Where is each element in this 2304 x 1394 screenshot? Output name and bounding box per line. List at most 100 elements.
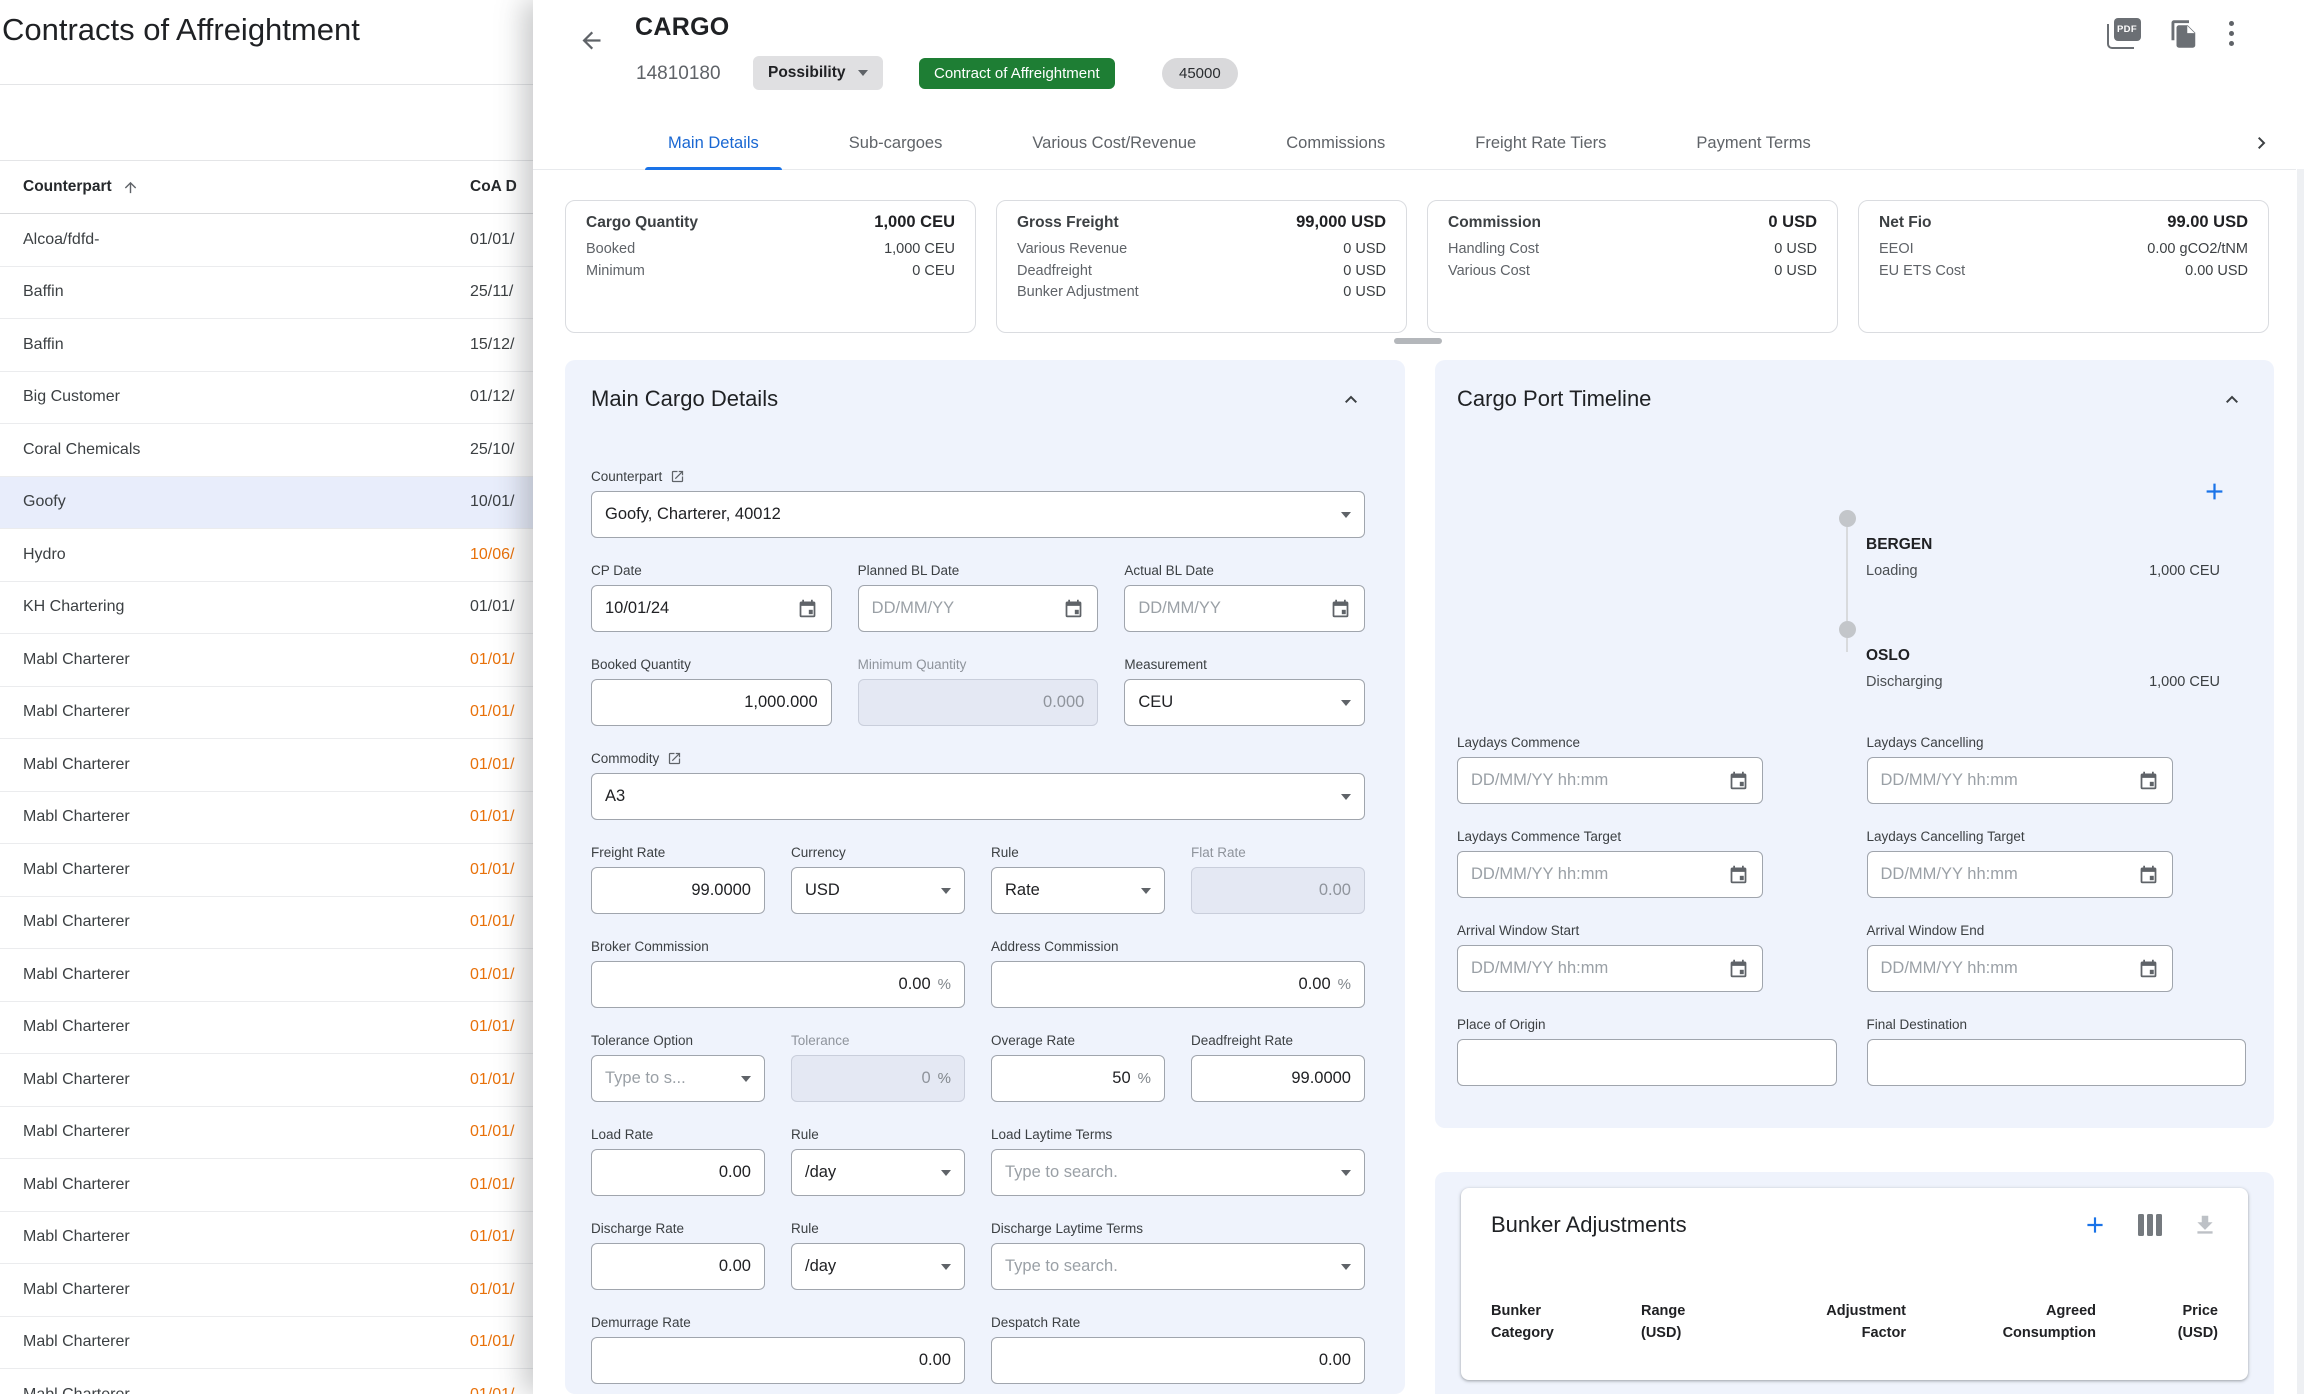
table-row[interactable]: Mabl Charterer01/01/ (0, 687, 533, 740)
currency-select[interactable]: USD (791, 867, 965, 914)
table-row[interactable]: Mabl Charterer01/01/ (0, 1317, 533, 1370)
booked-quantity-input[interactable]: 1,000.000 (591, 679, 832, 726)
chevron-up-icon (2220, 387, 2244, 411)
demurrage-rate-input[interactable]: 0.00 (591, 1337, 965, 1384)
tab-sub-cargoes[interactable]: Sub-cargoes (804, 118, 988, 169)
freight-rate-input[interactable]: 99.0000 (591, 867, 765, 914)
table-row[interactable]: Baffin15/12/ (0, 319, 533, 372)
table-row[interactable]: Mabl Charterer01/01/ (0, 897, 533, 950)
panel-title: CARGO (635, 13, 730, 42)
open-in-new-icon[interactable] (670, 469, 685, 484)
bunker-adjustments-card: Bunker Adjustments BunkerCa (1461, 1188, 2248, 1380)
tab-various-cost-revenue[interactable]: Various Cost/Revenue (987, 118, 1241, 169)
table-row[interactable]: Mabl Charterer01/01/ (0, 1107, 533, 1160)
column-settings-button[interactable] (2138, 1214, 2162, 1236)
laydays-commence-input[interactable]: DD/MM/YY hh:mm (1457, 757, 1763, 804)
table-row[interactable]: Mabl Charterer01/01/ (0, 1054, 533, 1107)
timeline-stop[interactable]: BERGEN Loading 1,000 CEU (1828, 510, 2220, 621)
table-row[interactable]: Hydro10/06/ (0, 529, 533, 582)
cp-date-input[interactable]: 10/01/24 (591, 585, 832, 632)
copy-button[interactable] (2169, 19, 2199, 49)
calendar-icon[interactable] (2138, 770, 2159, 791)
arrival-window-start-input[interactable]: DD/MM/YY hh:mm (1457, 945, 1763, 992)
discharge-rate-input[interactable]: 0.00 (591, 1243, 765, 1290)
back-button[interactable] (578, 27, 605, 54)
table-row[interactable]: Mabl Charterer01/01/ (0, 1159, 533, 1212)
overage-rate-input[interactable]: 50% (991, 1055, 1165, 1102)
tab-main-details[interactable]: Main Details (623, 118, 804, 169)
table-row[interactable]: Mabl Charterer01/01/ (0, 1264, 533, 1317)
table-row[interactable]: Coral Chemicals25/10/ (0, 424, 533, 477)
section-title: Bunker Adjustments (1491, 1212, 1687, 1238)
timeline-stop[interactable]: OSLO Discharging 1,000 CEU (1828, 621, 2220, 690)
load-rule-select[interactable]: /day (791, 1149, 965, 1196)
more-menu-button[interactable] (2227, 19, 2237, 49)
table-row[interactable]: KH Chartering01/01/ (0, 582, 533, 635)
calendar-icon[interactable] (2138, 864, 2159, 885)
tab-commissions[interactable]: Commissions (1241, 118, 1430, 169)
place-of-origin-input[interactable] (1457, 1039, 1837, 1086)
tab-payment-terms[interactable]: Payment Terms (1651, 118, 1855, 169)
add-port-button[interactable] (2201, 478, 2228, 505)
column-header-counterpart[interactable]: Counterpart (0, 178, 139, 196)
panel-actions: PDF (2107, 18, 2237, 49)
final-destination-input[interactable] (1867, 1039, 2247, 1086)
discharge-rule-select[interactable]: /day (791, 1243, 965, 1290)
table-row[interactable]: Mabl Charterer01/01/ (0, 949, 533, 1002)
commodity-select[interactable]: A3 (591, 773, 1365, 820)
planned-bl-date-input[interactable]: DD/MM/YY (858, 585, 1099, 632)
arrival-window-end-input[interactable]: DD/MM/YY hh:mm (1867, 945, 2173, 992)
deadfreight-rate-input[interactable]: 99.0000 (1191, 1055, 1365, 1102)
load-rate-input[interactable]: 0.00 (591, 1149, 765, 1196)
broker-commission-input[interactable]: 0.00% (591, 961, 965, 1008)
calendar-icon[interactable] (1728, 770, 1749, 791)
table-row[interactable]: Mabl Charterer01/01/ (0, 1002, 533, 1055)
calendar-icon[interactable] (2138, 958, 2159, 979)
collapse-section-button[interactable] (1339, 387, 1363, 411)
download-button[interactable] (2192, 1212, 2218, 1238)
add-bunker-adjustment-button[interactable] (2082, 1212, 2108, 1238)
collapse-section-button[interactable] (2220, 387, 2244, 411)
calendar-icon[interactable] (797, 598, 818, 619)
calendar-icon[interactable] (1728, 864, 1749, 885)
table-row[interactable]: Alcoa/fdfd-01/01/ (0, 214, 533, 267)
open-in-new-icon[interactable] (667, 751, 682, 766)
table-row[interactable]: Mabl Charterer01/01/ (0, 1212, 533, 1265)
address-commission-input[interactable]: 0.00% (991, 961, 1365, 1008)
table-row-selected[interactable]: Goofy10/01/ (0, 477, 533, 530)
status-dropdown[interactable]: Possibility (753, 56, 883, 90)
tolerance-option-select[interactable]: Type to s... (591, 1055, 765, 1102)
laydays-commence-target-input[interactable]: DD/MM/YY hh:mm (1457, 851, 1763, 898)
table-row[interactable]: Mabl Charterer01/01/ (0, 634, 533, 687)
tab-freight-rate-tiers[interactable]: Freight Rate Tiers (1430, 118, 1651, 169)
tolerance-input: 0% (791, 1055, 965, 1102)
despatch-rate-input[interactable]: 0.00 (991, 1337, 1365, 1384)
chevron-down-icon (1341, 1264, 1351, 1270)
table-row[interactable]: Baffin25/11/ (0, 267, 533, 320)
bunker-table-header: BunkerCategory Range(USD) AdjustmentFact… (1491, 1300, 2218, 1344)
actual-bl-date-input[interactable]: DD/MM/YY (1124, 585, 1365, 632)
tabs-scroll-right-button[interactable] (2250, 131, 2274, 155)
chevron-down-icon (1141, 888, 1151, 894)
column-header-coa-date[interactable]: CoA D (470, 178, 517, 196)
port-activity: Loading (1866, 563, 1918, 579)
cards-collapse-handle[interactable] (1394, 338, 1442, 344)
table-row[interactable]: Mabl Charterer01/01/ (0, 844, 533, 897)
table-row[interactable]: Mabl Charterer01/01/ (0, 739, 533, 792)
calendar-icon[interactable] (1728, 958, 1749, 979)
laydays-cancelling-target-input[interactable]: DD/MM/YY hh:mm (1867, 851, 2173, 898)
export-pdf-button[interactable]: PDF (2107, 18, 2141, 49)
laydays-cancelling-input[interactable]: DD/MM/YY hh:mm (1867, 757, 2173, 804)
freight-rule-select[interactable]: Rate (991, 867, 1165, 914)
measurement-select[interactable]: CEU (1124, 679, 1365, 726)
calendar-icon[interactable] (1330, 598, 1351, 619)
counterpart-select[interactable]: Goofy, Charterer, 40012 (591, 491, 1365, 538)
calendar-icon[interactable] (1063, 598, 1084, 619)
table-row[interactable]: Mabl Charterer01/01/ (0, 792, 533, 845)
table-row[interactable]: Big Customer01/12/ (0, 372, 533, 425)
timeline-dot-icon (1839, 510, 1856, 527)
load-laytime-terms-select[interactable]: Type to search. (991, 1149, 1365, 1196)
table-row[interactable]: Mabl Charterer01/01/ (0, 1369, 533, 1394)
vertical-scrollbar[interactable] (2297, 169, 2304, 1394)
discharge-laytime-terms-select[interactable]: Type to search. (991, 1243, 1365, 1290)
